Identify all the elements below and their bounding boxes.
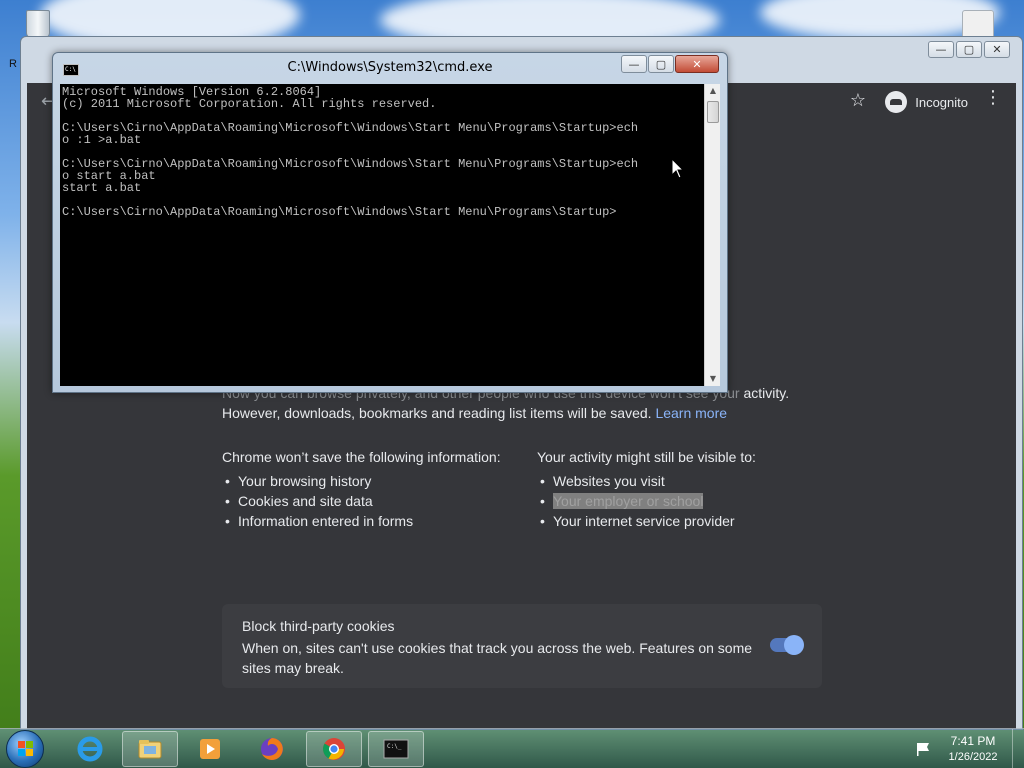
- incognito-label: Incognito: [915, 94, 968, 110]
- console-line: C:\Users\Cirno\AppData\Roaming\Microsoft…: [62, 157, 639, 171]
- file-explorer-icon: [138, 740, 162, 759]
- selected-text: Your employer or school: [553, 493, 704, 509]
- list-item: Cookies and site data: [222, 491, 532, 511]
- list-item: Websites you visit: [537, 471, 847, 491]
- star-icon[interactable]: ☆: [850, 90, 866, 111]
- intro-line-1-end: activity.: [739, 385, 790, 401]
- chrome-maximize-button[interactable]: ▢: [956, 41, 982, 58]
- taskbar-internet-explorer[interactable]: [62, 731, 118, 767]
- clock-date: 1/26/2022: [948, 751, 998, 763]
- cookie-title: Block third-party cookies: [242, 618, 395, 634]
- windows-flag-icon: [18, 741, 34, 757]
- console-line: C:\Users\Cirno\AppData\Roaming\Microsoft…: [62, 121, 639, 135]
- list-item: Information entered in forms: [222, 511, 532, 531]
- wont-save-column: Chrome won’t save the following informat…: [222, 449, 532, 531]
- cmd-window: C:\ C:\Windows\System32\cmd.exe — ▢ ✕ Mi…: [52, 52, 728, 393]
- chrome-icon: [323, 738, 345, 760]
- desktop-icon-label: R: [9, 58, 17, 70]
- intro-line-2: However, downloads, bookmarks and readin…: [222, 405, 822, 421]
- chrome-close-button[interactable]: ✕: [984, 41, 1010, 58]
- svg-text:C:\_: C:\_: [387, 743, 402, 750]
- block-cookies-toggle[interactable]: [770, 635, 804, 655]
- incognito-icon: [885, 91, 908, 113]
- taskbar-file-explorer[interactable]: [122, 731, 178, 767]
- chrome-caption-buttons: — ▢ ✕: [928, 41, 1010, 58]
- still-visible-heading: Your activity might still be visible to:: [537, 449, 756, 465]
- console-line: start a.bat: [62, 181, 142, 195]
- cookie-description: When on, sites can't use cookies that tr…: [242, 640, 753, 676]
- internet-explorer-icon: [77, 736, 103, 762]
- cmd-minimize-button[interactable]: —: [621, 55, 647, 73]
- still-visible-column: Your activity might still be visible to:…: [537, 449, 847, 531]
- cmd-icon: C:\_: [383, 739, 409, 759]
- console-line: o start a.bat: [62, 169, 156, 183]
- cmd-close-button[interactable]: ✕: [675, 55, 719, 73]
- wont-save-heading: Chrome won’t save the following informat…: [222, 449, 501, 465]
- list-item: Your browsing history: [222, 471, 532, 491]
- clock-time: 7:41 PM: [950, 734, 996, 748]
- toggle-knob: [784, 635, 804, 655]
- console-line: o :1 >a.bat: [62, 133, 142, 147]
- learn-more-link[interactable]: Learn more: [655, 405, 727, 421]
- scroll-thumb[interactable]: [707, 101, 719, 123]
- scroll-down-arrow-icon[interactable]: ▼: [705, 372, 721, 386]
- console-line: C:\Users\Cirno\AppData\Roaming\Microsoft…: [62, 205, 617, 219]
- taskbar: C:\_ 7:41 PM 1/26/2022: [0, 728, 1024, 768]
- list-item: Your internet service provider: [537, 511, 847, 531]
- taskbar-chrome[interactable]: [306, 731, 362, 767]
- cmd-console[interactable]: Microsoft Windows [Version 6.2.8064] (c) …: [60, 84, 704, 386]
- firefox-icon: [261, 738, 283, 760]
- taskbar-cmd[interactable]: C:\_: [368, 731, 424, 767]
- intro-line-2-text: However, downloads, bookmarks and readin…: [222, 405, 656, 421]
- menu-dots-icon[interactable]: ⋮: [984, 89, 1002, 107]
- cmd-caption-buttons: — ▢ ✕: [621, 55, 719, 73]
- console-line: (c) 2011 Microsoft Corporation. All righ…: [62, 97, 437, 111]
- incognito-button[interactable]: Incognito: [881, 87, 976, 117]
- list-item: Your employer or school: [537, 491, 847, 511]
- taskbar-media-player[interactable]: [182, 731, 238, 767]
- system-clock[interactable]: 7:41 PM 1/26/2022: [938, 733, 1008, 765]
- action-center-flag-icon[interactable]: [914, 741, 932, 757]
- show-desktop-button[interactable]: [1012, 729, 1024, 768]
- taskbar-firefox[interactable]: [244, 731, 300, 767]
- scroll-up-arrow-icon[interactable]: ▲: [705, 84, 721, 98]
- media-player-icon: [200, 739, 220, 759]
- cookie-settings-card: Block third-party cookies When on, sites…: [222, 604, 822, 688]
- cmd-output: Microsoft Windows [Version 6.2.8064] (c) …: [62, 86, 702, 218]
- chrome-minimize-button[interactable]: —: [928, 41, 954, 58]
- cmd-scrollbar[interactable]: ▲ ▼: [704, 84, 720, 386]
- cmd-maximize-button[interactable]: ▢: [648, 55, 674, 73]
- mouse-cursor-icon: [671, 158, 685, 179]
- start-button[interactable]: [6, 730, 44, 768]
